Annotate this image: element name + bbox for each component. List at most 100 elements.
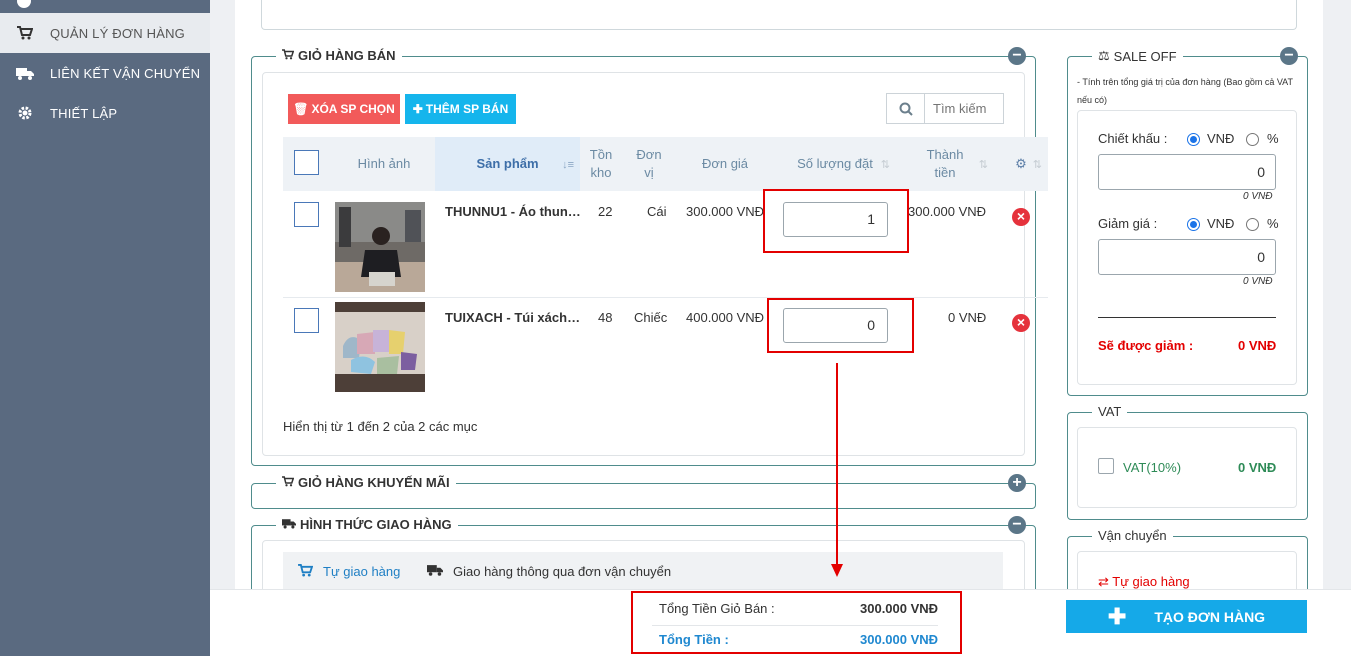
- sale-off-note-2: nếu có): [1077, 95, 1108, 105]
- sidebar-item-label: THIẾT LẬP: [50, 105, 118, 121]
- tab-carrier-delivery[interactable]: Giao hàng thông qua đơn vận chuyển: [427, 564, 671, 579]
- remove-item-button[interactable]: ×: [1012, 208, 1030, 226]
- create-order-button[interactable]: ✚ TẠO ĐƠN HÀNG: [1066, 600, 1307, 633]
- vat-label: VAT(10%): [1123, 460, 1182, 475]
- vat-checkbox[interactable]: [1098, 458, 1114, 474]
- add-product-label: THÊM SP BÁN: [425, 102, 509, 116]
- sidebar-item-label: LIÊN KẾT VẬN CHUYỂN: [50, 65, 201, 81]
- discount-vnd-radio[interactable]: [1187, 133, 1200, 146]
- collapse-shipping-button[interactable]: −: [1008, 516, 1026, 534]
- col-unit[interactable]: Đơn vị: [622, 137, 676, 191]
- sort-asc-icon: ↓≡: [562, 159, 574, 171]
- promo-cart-title-text: GIỎ HÀNG KHUYẾN MÃI: [298, 475, 450, 490]
- col-total-label-2: tiền: [934, 165, 956, 180]
- reduce-input[interactable]: 0: [1098, 239, 1276, 275]
- close-icon: ×: [1016, 314, 1026, 330]
- dashboard-icon: [17, 0, 31, 8]
- reduce-percent-radio[interactable]: [1246, 218, 1259, 231]
- col-product[interactable]: Sản phẩm ↓≡: [435, 137, 580, 191]
- top-panel-bottom: [261, 0, 1297, 30]
- col-total[interactable]: Thành tiền ⇅: [896, 137, 994, 191]
- discount-label: Chiết khấu :: [1098, 131, 1168, 146]
- shipping-tabs: Tự giao hàng Giao hàng thông qua đơn vận…: [283, 552, 1003, 592]
- sidebar-item-orders[interactable]: QUẢN LÝ ĐƠN HÀNG: [0, 13, 210, 53]
- cart-table-header: Hình ảnh Sản phẩm ↓≡ Tồn kho Đơn vị Đơn …: [283, 137, 1048, 191]
- sort-icon: ⇅: [880, 159, 890, 171]
- select-all-cell: [283, 137, 333, 191]
- price-value: 400.000 VNĐ: [686, 310, 765, 325]
- select-all-checkbox[interactable]: [294, 150, 319, 175]
- scale-icon: ⚖: [1098, 48, 1110, 63]
- price-value: 300.000 VNĐ: [686, 204, 765, 219]
- search-input[interactable]: [925, 94, 1003, 123]
- product-name[interactable]: THUNNU1 - Áo thun…: [445, 204, 581, 219]
- pagination-info: Hiển thị từ 1 đến 2 của 2 các mục: [283, 419, 478, 434]
- collapse-sale-off-button[interactable]: −: [1280, 47, 1298, 65]
- sale-off-title-text: SALE OFF: [1113, 48, 1177, 64]
- remove-item-button[interactable]: ×: [1012, 314, 1030, 332]
- divider: [1098, 317, 1276, 318]
- shipping-method-title: HÌNH THỨC GIAO HÀNG: [276, 517, 458, 532]
- product-image-tshirt: [335, 202, 425, 292]
- row-checkbox[interactable]: [294, 308, 319, 333]
- unit-value: Chiếc: [634, 310, 668, 325]
- col-price[interactable]: Đơn giá: [676, 137, 774, 191]
- discount-percent-radio[interactable]: [1246, 133, 1259, 146]
- row-checkbox[interactable]: [294, 202, 319, 227]
- search-button[interactable]: [887, 94, 925, 123]
- highlight-box-qty-2: [767, 298, 914, 353]
- delivery-option-text: Tự giao hàng: [1112, 574, 1190, 589]
- sale-off-note: - Tính trên tổng giá trị của đơn hàng (B…: [1077, 77, 1294, 87]
- sidebar-item-settings[interactable]: THIẾT LẬP: [0, 93, 210, 133]
- sidebar-item-label: QUẢN LÝ ĐƠN HÀNG: [50, 25, 185, 41]
- reduce-vnd-radio[interactable]: [1187, 218, 1200, 231]
- gear-icon: [0, 105, 50, 121]
- col-quantity[interactable]: Số lượng đặt ⇅: [774, 137, 896, 191]
- sort-icon: ⇅: [978, 159, 988, 171]
- sidebar-item-shipping-link[interactable]: LIÊN KẾT VẬN CHUYỂN: [0, 53, 210, 93]
- add-product-button[interactable]: ✚ THÊM SP BÁN: [405, 94, 516, 124]
- promo-cart-panel: GIỎ HÀNG KHUYẾN MÃI +: [251, 474, 1036, 509]
- expand-promo-button[interactable]: +: [1008, 474, 1026, 492]
- row-divider: [283, 297, 1048, 298]
- search-box: [886, 93, 1004, 124]
- annotation-arrow-line: [836, 363, 838, 568]
- col-stock-label-2: kho: [590, 165, 612, 180]
- stock-value: 22: [598, 204, 613, 219]
- col-image[interactable]: Hình ảnh: [333, 137, 435, 191]
- product-name[interactable]: TUIXACH - Túi xách…: [445, 310, 580, 325]
- total-value: 0 VNĐ: [948, 310, 987, 325]
- close-icon: ×: [1016, 208, 1026, 224]
- col-settings[interactable]: ⚙ ⇅: [994, 137, 1048, 191]
- tab-self-delivery[interactable]: Tự giao hàng: [298, 564, 400, 580]
- reduce-hint: 0 VNĐ: [1243, 276, 1273, 287]
- discount-percent-label: %: [1267, 131, 1279, 146]
- delivery-option: ⇄ Tự giao hàng: [1098, 574, 1190, 590]
- col-stock-label-1: Tồn: [589, 147, 613, 162]
- annotation-arrow-head: [831, 564, 843, 577]
- discount-vnd-label: VNĐ: [1207, 131, 1235, 146]
- unit-value: Cái: [647, 204, 667, 219]
- right-gutter: [1323, 0, 1351, 656]
- col-total-label-1: Thành: [926, 147, 964, 162]
- delete-selected-label: XÓA SP CHỌN: [311, 102, 395, 116]
- collapse-cart-button[interactable]: −: [1008, 47, 1026, 65]
- truck-icon: [0, 67, 50, 80]
- plus-icon: ✚: [1107, 603, 1127, 629]
- sale-off-title: ⚖ SALE OFF: [1092, 48, 1183, 64]
- total-value: 300.000 VNĐ: [908, 204, 987, 219]
- tab-self-delivery-label: Tự giao hàng: [323, 564, 401, 579]
- search-icon: [899, 102, 913, 116]
- tab-carrier-delivery-label: Giao hàng thông qua đơn vận chuyển: [453, 564, 672, 579]
- cart-title-text: GIỎ HÀNG BÁN: [298, 48, 396, 63]
- cart-icon: [0, 26, 50, 40]
- truck-icon: [427, 564, 443, 579]
- truck-icon: [282, 517, 296, 532]
- discount-input[interactable]: 0: [1098, 154, 1276, 190]
- sidebar: QUẢN LÝ ĐƠN HÀNG LIÊN KẾT VẬN CHUYỂN THI…: [0, 0, 210, 656]
- shipping-method-title-text: HÌNH THỨC GIAO HÀNG: [300, 517, 452, 532]
- delete-selected-button[interactable]: 🗑 XÓA SP CHỌN: [288, 94, 400, 124]
- trash-icon: 🗑: [293, 102, 309, 116]
- col-stock[interactable]: Tồn kho: [580, 137, 622, 191]
- create-order-label: TẠO ĐƠN HÀNG: [1154, 608, 1266, 625]
